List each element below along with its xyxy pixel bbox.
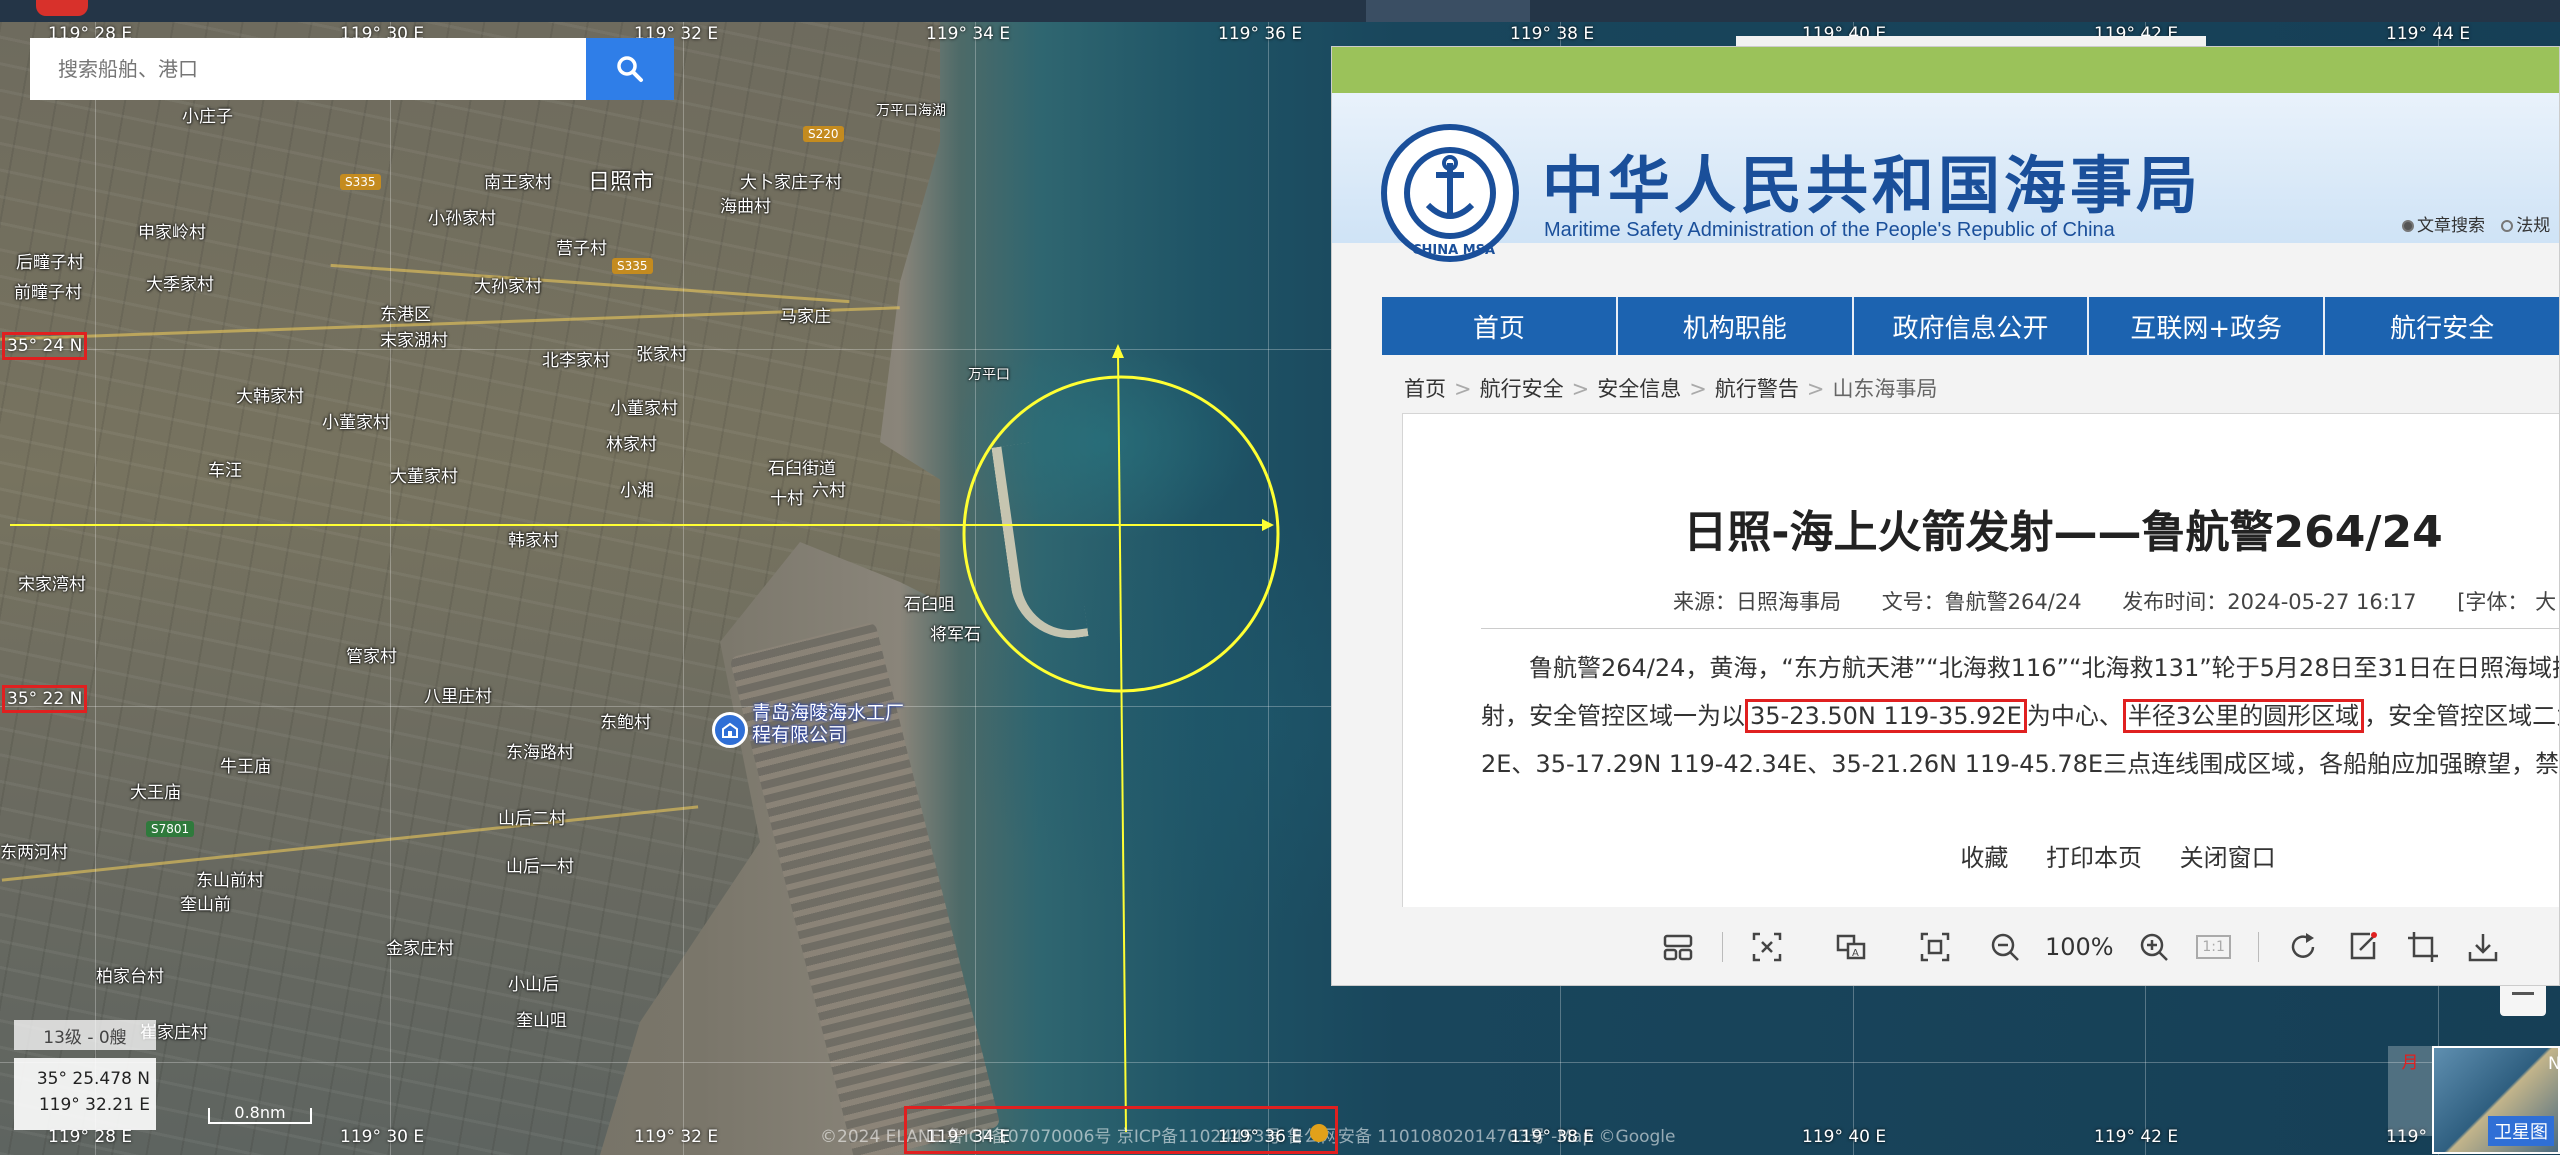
layout-icon[interactable] (1648, 907, 1708, 985)
close-window-link[interactable]: 关闭窗口 (2180, 844, 2276, 872)
minus-icon (2512, 991, 2534, 995)
crosshair-vertical (1117, 351, 1127, 1133)
longitude-label: 119° 32 E (634, 1127, 719, 1147)
longitude-label: 119° 38 E (1510, 24, 1595, 44)
nav-internet-gov[interactable]: 互联网+政务 (2089, 297, 2326, 355)
article-meta: 来源：日照海事局 文号：鲁航警264/24 发布时间：2024-05-27 16… (1673, 586, 2559, 616)
nav-gov-info[interactable]: 政府信息公开 (1854, 297, 2090, 355)
nav-navigation-safety[interactable]: 航行安全 (2325, 297, 2559, 355)
site-nav: 首页 机构职能 政府信息公开 互联网+政务 航行安全 (1382, 297, 2559, 355)
toolbar-divider (2257, 932, 2259, 962)
zoom-level-indicator: 13级 - 0艘 (14, 1020, 156, 1050)
site-subtitle: Maritime Safety Administration of the Pe… (1544, 219, 2115, 241)
edit-icon[interactable] (2333, 907, 2393, 985)
layer-switcher-thumbnail[interactable]: 卫星图 (2432, 1046, 2560, 1154)
crosshair-arrow-east (1262, 519, 1274, 531)
top-strip (0, 0, 2560, 22)
msa-emblem-icon (1381, 124, 1519, 262)
body-text: 射，安全管控区域一为以 (1481, 702, 1745, 730)
extract-text-icon[interactable] (1737, 907, 1797, 985)
top-tab[interactable] (1366, 0, 1530, 22)
breadcrumb-info[interactable]: 安全信息 (1597, 377, 1681, 401)
article-actions: 收藏 打印本页 关闭窗口 (1403, 838, 2553, 873)
breadcrumb-home[interactable]: 首页 (1404, 377, 1446, 401)
download-icon[interactable] (2453, 907, 2513, 985)
body-text: 为中心、 (2026, 702, 2123, 730)
radio-article[interactable] (2402, 220, 2414, 232)
body-text: ，安全管控区域二为35-21.26N 119- (2364, 702, 2560, 730)
cursor-coordinates: 35° 25.478 N 119° 32.21 E (14, 1058, 156, 1130)
zoom-percent: 100% (2045, 933, 2114, 961)
print-link[interactable]: 打印本页 (2046, 844, 2142, 872)
scale-bar: 0.8nm (208, 1105, 312, 1124)
actual-size-button[interactable]: 1:1 (2184, 907, 2244, 985)
latitude-label: 35° 24 N (2, 332, 88, 360)
body-line: 鲁航警264/24，黄海，“东方航天港”“北海救116”“北海救131”轮于5月… (1529, 654, 2559, 682)
search-button[interactable] (586, 38, 674, 100)
article-body: 鲁航警264/24，黄海，“东方航天港”“北海救116”“北海救131”轮于5月… (1481, 644, 2560, 788)
moon-tag[interactable]: 月 (2388, 1046, 2432, 1136)
body-line: 2E、35-17.29N 119-42.34E、35-21.26N 119-45… (1481, 750, 2560, 778)
actual-size-label: 1:1 (2196, 935, 2231, 959)
zoom-out-icon[interactable] (1975, 907, 2035, 985)
longitude-label: 119° 36 E (1218, 24, 1303, 44)
radio-regulation-label: 法规 (2516, 216, 2551, 236)
meta-font-size[interactable]: [字体： 大 中 小 (2457, 590, 2559, 614)
site-title: 中华人民共和国海事局 (1542, 149, 2203, 222)
latitude-label: 35° 22 N (2, 685, 88, 713)
divider (1481, 628, 2559, 629)
nav-home[interactable]: 首页 (1382, 297, 1618, 355)
toolbar-divider (1722, 932, 1723, 962)
crosshair-arrow-north (1112, 344, 1124, 358)
viewer-titlebar (1332, 47, 2559, 93)
longitude-label: 119° 30 E (340, 1127, 425, 1147)
meta-source: 来源：日照海事局 (1673, 590, 1841, 614)
satellite-label: 卫星图 (2488, 1116, 2554, 1146)
nav-functions[interactable]: 机构职能 (1618, 297, 1854, 355)
rotate-icon[interactable] (2273, 907, 2333, 985)
image-viewer-toolbar: A 100% 1:1 (1332, 907, 2559, 985)
article-title: 日照-海上火箭发射——鲁航警264/24 (1683, 507, 2443, 558)
meta-time: 发布时间：2024-05-27 16:17 (2122, 590, 2417, 614)
radio-article-label: 文章搜索 (2417, 216, 2485, 236)
body-line: 射，安全管控区域一为以 35-23.50N 119-35.92E 为中心、 半径3公里… (1481, 692, 2560, 740)
crop-icon[interactable] (2393, 907, 2453, 985)
svg-text:A: A (1852, 948, 1859, 959)
article-panel: 日照-海上火箭发射——鲁航警264/24 来源：日照海事局 文号：鲁航警264/… (1402, 413, 2560, 917)
msa-screenshot-viewer[interactable]: CHINA MSA 中华人民共和国海事局 Maritime Safety Adm… (1331, 46, 2560, 986)
red-highlight-box (904, 1106, 1338, 1154)
search-scope-radios[interactable]: 文章搜索 法规 (2402, 211, 2550, 236)
highlight-radius: 半径3公里的圆形区域 (2122, 699, 2365, 733)
longitude-label: 119° 44 E (2386, 24, 2471, 44)
police-badge-icon (1310, 1124, 1328, 1142)
app-logo[interactable] (36, 0, 88, 16)
highlight-coordinates: 35-23.50N 119-35.92E (1745, 699, 2027, 733)
favorite-link[interactable]: 收藏 (1960, 844, 2008, 872)
breadcrumb-warnings[interactable]: 航行警告 (1715, 377, 1799, 401)
north-tag: N (2548, 1054, 2560, 1074)
radio-regulation[interactable] (2501, 220, 2514, 232)
fit-screen-icon[interactable] (1905, 907, 1965, 985)
breadcrumb: 首页 > 航行安全 > 安全信息 > 航行警告 > 山东海事局 (1404, 377, 1938, 401)
longitude-label: 119° 28 E (48, 1127, 133, 1147)
coord-latitude: 35° 25.478 N (36, 1069, 150, 1089)
meta-docno: 文号：鲁航警264/24 (1881, 590, 2082, 614)
coord-longitude: 119° 32.21 E (38, 1095, 150, 1115)
longitude-label: 119° 34 E (926, 24, 1011, 44)
search-icon (617, 56, 643, 82)
longitude-label: 119° 40 E (1802, 1127, 1887, 1147)
zoom-in-icon[interactable] (2124, 907, 2184, 985)
breadcrumb-shandong[interactable]: 山东海事局 (1832, 377, 1937, 401)
translate-icon[interactable]: A (1821, 907, 1881, 985)
msa-emblem-text: CHINA MSA (1412, 243, 1496, 258)
longitude-label: 119° 42 E (2094, 1127, 2179, 1147)
search-input[interactable] (30, 38, 586, 100)
white-strip (1736, 36, 2206, 46)
breadcrumb-safety[interactable]: 航行安全 (1480, 377, 1564, 401)
